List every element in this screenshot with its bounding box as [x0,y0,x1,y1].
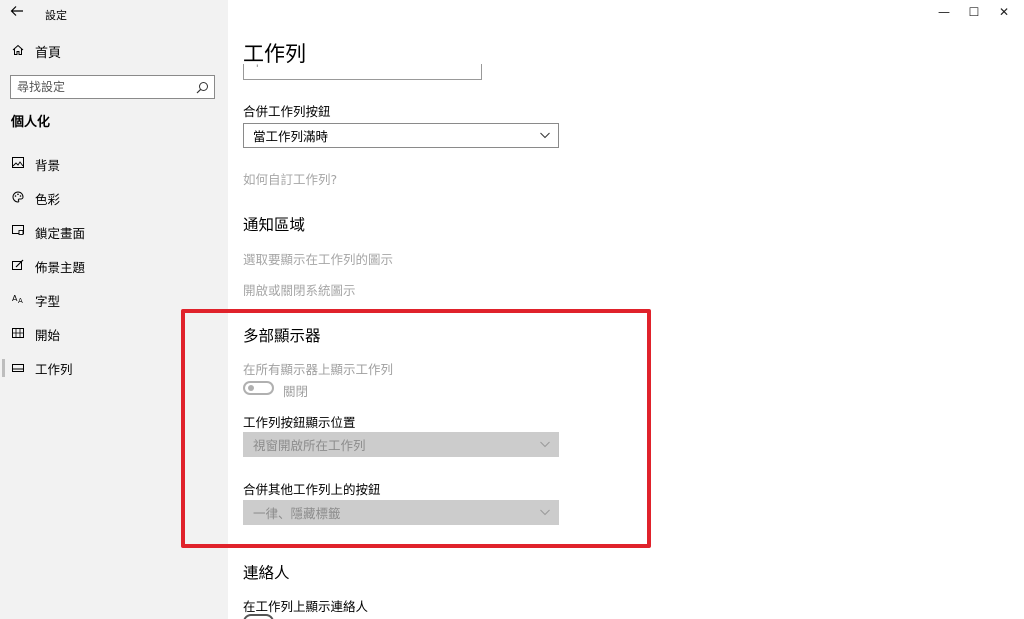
home-icon [11,44,25,59]
search-icon[interactable] [193,78,211,96]
people-heading: 連絡人 [243,564,290,582]
partial-dropdown-value: ' [256,64,259,74]
combine-buttons-value: 當工作列滿時 [253,129,329,144]
chevron-down-icon [540,132,550,139]
combine-buttons-label: 合併工作列按鈕 [243,104,331,119]
font-icon: AA [11,293,25,307]
svg-text:A: A [18,297,23,304]
sidebar-item-label: 字型 [35,293,61,309]
combine-buttons-dropdown[interactable]: 當工作列滿時 [243,123,559,148]
sidebar-item-label: 背景 [35,157,61,173]
system-icons-link[interactable]: 開啟或關閉系統圖示 [243,280,356,299]
select-icons-link[interactable]: 選取要顯示在工作列的圖示 [243,249,393,268]
sidebar-item-label: 首頁 [35,45,62,61]
search-box[interactable] [10,75,215,99]
taskbar-icon [11,362,25,375]
sidebar-item-label: 色彩 [35,191,61,207]
lock-screen-icon [11,225,25,239]
highlight-box [181,309,651,548]
partial-dropdown[interactable]: ' [243,64,482,80]
image-icon [11,157,25,171]
notification-area-heading: 通知區域 [243,216,306,234]
customize-taskbar-link[interactable]: 如何自訂工作列? [243,169,337,188]
show-contacts-toggle[interactable] [243,614,274,619]
back-arrow-icon[interactable] [6,4,28,22]
sidebar-item-label: 鎖定畫面 [35,225,86,241]
sidebar-item-label: 工作列 [35,361,73,377]
show-contacts-label: 在工作列上顯示連絡人 [243,599,369,614]
theme-brush-icon [11,259,25,273]
palette-icon [11,190,25,206]
sidebar-item-label: 佈景主題 [35,259,86,275]
section-label-personalization: 個人化 [11,115,51,130]
search-input[interactable] [11,76,193,98]
sidebar-item-themes[interactable]: 佈景主題 [0,249,228,283]
sidebar-item-home[interactable]: 首頁 [0,38,228,64]
sidebar-item-background[interactable]: 背景 [0,147,228,181]
app-title: 設定 [45,9,67,22]
start-tiles-icon [11,327,25,341]
sidebar-item-label: 開始 [35,327,61,343]
sidebar-item-lock-screen[interactable]: 鎖定畫面 [0,215,228,249]
sidebar-item-colors[interactable]: 色彩 [0,181,228,215]
